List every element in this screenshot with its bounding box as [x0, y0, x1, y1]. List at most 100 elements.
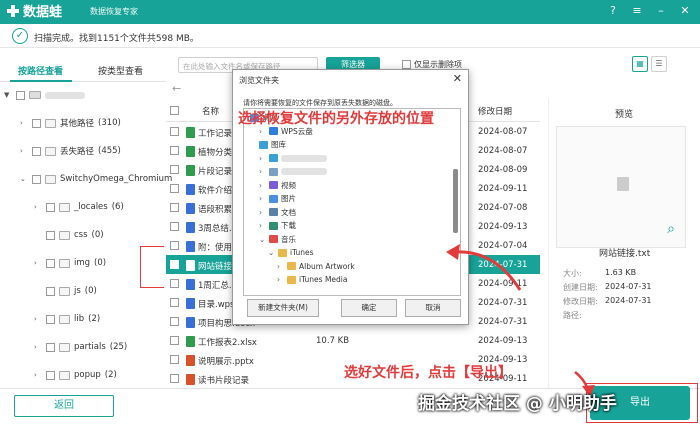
preview-file-name: 网站链接.txt	[599, 249, 651, 259]
folder-item[interactable]: ⌄ iTunes	[268, 246, 314, 259]
chevron-right-icon[interactable]: ›	[259, 167, 266, 176]
tab-by-type[interactable]: 按类型查看	[98, 64, 143, 77]
checkbox[interactable]	[32, 174, 41, 184]
folder-item[interactable]: › 下载	[259, 219, 296, 232]
checkbox[interactable]	[170, 317, 179, 326]
file-date: 2024-07-31	[478, 317, 528, 327]
chevron-right-icon[interactable]: ›	[34, 315, 42, 323]
help-icon[interactable]: ?	[606, 4, 620, 18]
chevron-right-icon[interactable]: ›	[277, 262, 284, 271]
tree-item[interactable]: › img (0)	[34, 254, 106, 272]
checkbox[interactable]	[16, 90, 25, 100]
minimize-icon[interactable]: –	[654, 4, 668, 18]
checkbox[interactable]	[170, 279, 179, 288]
chevron-right-icon[interactable]: ›	[20, 147, 28, 155]
checkbox[interactable]	[170, 355, 179, 364]
menu-icon[interactable]: ≡	[630, 4, 644, 18]
chevron-right-icon[interactable]: ›	[259, 208, 266, 217]
folder-item[interactable]: ⌄ 音乐	[259, 233, 296, 246]
dialog-close-icon[interactable]: ✕	[453, 72, 462, 85]
select-all-checkbox[interactable]	[170, 106, 179, 115]
checkbox[interactable]	[170, 241, 179, 250]
scrollbar-thumb[interactable]	[453, 169, 458, 233]
chevron-right-icon[interactable]: ›	[277, 275, 284, 284]
chevron-right-icon[interactable]: ›	[34, 259, 42, 267]
chevron-down-icon[interactable]: ⌄	[20, 175, 28, 183]
back-button[interactable]: 返回	[14, 395, 114, 417]
folder-item[interactable]: › 视频	[259, 179, 296, 192]
new-folder-button[interactable]: 新建文件夹(M)	[247, 299, 319, 317]
chevron-right-icon[interactable]: ›	[34, 371, 42, 379]
checkbox[interactable]	[46, 230, 55, 240]
chevron-right-icon[interactable]: ›	[34, 343, 42, 351]
checkbox[interactable]	[170, 260, 179, 269]
checkbox[interactable]	[170, 203, 179, 212]
cancel-button[interactable]: 取消	[405, 299, 461, 317]
file-date: 2024-07-04	[478, 241, 528, 251]
folder-icon	[269, 127, 278, 135]
close-icon[interactable]: ✕	[678, 4, 692, 18]
checkbox[interactable]	[32, 118, 41, 128]
tree-item[interactable]: css (0)	[46, 226, 104, 244]
ok-button[interactable]: 确定	[341, 299, 397, 317]
file-row[interactable]: 工作报表2.xlsx 10.7 KB 2024-09-13	[166, 331, 540, 350]
checkbox[interactable]	[170, 127, 179, 136]
chevron-down-icon[interactable]: ⌄	[259, 235, 266, 244]
tree-item[interactable]: › lib (2)	[34, 310, 100, 328]
preview-box: ⌕	[556, 126, 686, 248]
checkbox[interactable]	[46, 314, 55, 324]
folder-item[interactable]: › 图片	[259, 192, 296, 205]
column-date[interactable]: 修改日期	[478, 105, 512, 117]
tab-by-path[interactable]: 按路径查看	[18, 64, 63, 77]
tree-item[interactable]: › _locales (6)	[34, 198, 124, 216]
back-arrow-icon[interactable]: ←	[172, 82, 181, 95]
tree-item[interactable]: ⌄ SwitchyOmega_Chromium	[20, 170, 172, 188]
checkbox[interactable]	[170, 165, 179, 174]
tree-item[interactable]: › popup (2)	[34, 366, 117, 384]
checkbox[interactable]	[170, 184, 179, 193]
folder-icon	[269, 167, 278, 176]
grid-view-icon[interactable]: ▦	[632, 56, 648, 72]
file-type-icon	[186, 241, 195, 252]
tree-item[interactable]: › 丢失路径 (455)	[20, 142, 121, 160]
chevron-right-icon[interactable]: ›	[259, 181, 266, 190]
magnifier-icon[interactable]: ⌕	[667, 221, 675, 237]
list-view-icon[interactable]: ☰	[651, 56, 667, 72]
checkbox[interactable]	[46, 258, 55, 268]
folder-item[interactable]: › iTunes Media	[277, 273, 347, 286]
chevron-right-icon[interactable]: ›	[259, 194, 266, 203]
folder-icon	[59, 286, 70, 296]
chevron-right-icon[interactable]: ›	[20, 119, 28, 127]
checkbox[interactable]	[46, 202, 55, 212]
checkbox[interactable]	[170, 222, 179, 231]
tree-item-drive[interactable]: ▼	[4, 86, 85, 104]
chevron-down-icon[interactable]: ⌄	[268, 248, 275, 257]
chevron-right-icon[interactable]: ›	[34, 203, 42, 211]
folder-item[interactable]: › Album Artwork	[277, 260, 355, 273]
folder-item[interactable]: 图库	[259, 138, 286, 151]
checkbox[interactable]	[32, 146, 41, 156]
folder-item[interactable]: ›	[259, 152, 327, 165]
chevron-down-icon[interactable]: ▼	[4, 91, 12, 99]
checkbox[interactable]	[170, 336, 179, 345]
tree-item-label: partials	[74, 342, 106, 352]
preview-created-label: 创建日期:	[563, 283, 598, 292]
tree-item[interactable]: › partials (25)	[34, 338, 127, 356]
preview-title: 预览	[615, 110, 634, 120]
folder-item[interactable]: › 文档	[259, 206, 296, 219]
column-name[interactable]: 名称	[202, 105, 219, 117]
checkbox[interactable]	[46, 286, 55, 296]
folder-item[interactable]: ›	[259, 165, 327, 178]
chevron-right-icon[interactable]: ›	[259, 154, 266, 163]
checkbox[interactable]	[402, 60, 411, 69]
tree-item[interactable]: js (0)	[46, 282, 97, 300]
file-name: 读书片段记录	[186, 374, 249, 386]
checkbox[interactable]	[170, 298, 179, 307]
checkbox[interactable]	[170, 146, 179, 155]
tree-item[interactable]: › 其他路径 (310)	[20, 114, 121, 132]
checkbox[interactable]	[46, 342, 55, 352]
checkbox[interactable]	[46, 370, 55, 380]
checkbox[interactable]	[170, 374, 179, 383]
frog-logo-icon	[7, 5, 19, 17]
chevron-right-icon[interactable]: ›	[259, 221, 266, 230]
